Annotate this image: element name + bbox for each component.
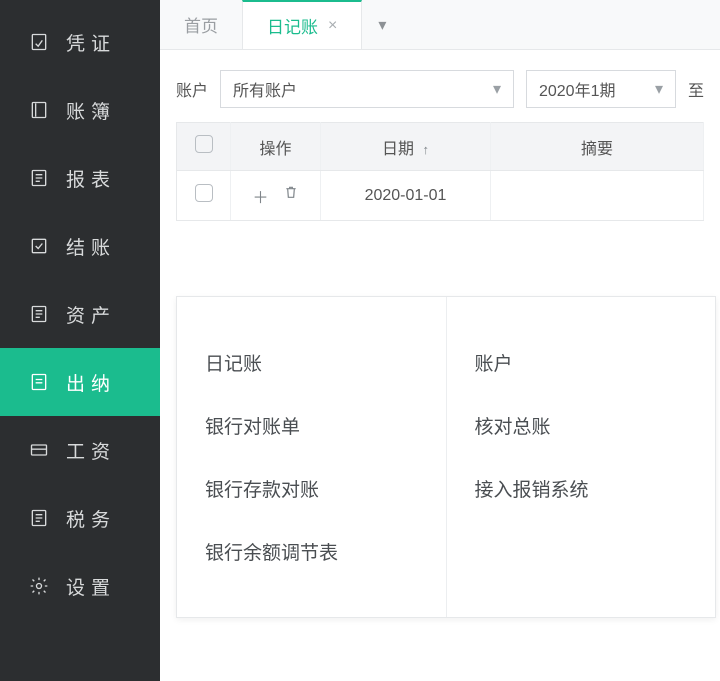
sidebar-item-label: 结账: [66, 233, 116, 260]
tab-journal[interactable]: 日记账 ×: [242, 0, 362, 49]
report-icon: [28, 167, 50, 189]
trash-icon[interactable]: [283, 184, 299, 208]
voucher-icon: [28, 31, 50, 53]
submenu-col-right: 账户 核对总账 接入报销系统: [446, 297, 716, 617]
sidebar-item-tax[interactable]: 税务: [0, 484, 160, 552]
submenu-item-account[interactable]: 账户: [475, 331, 688, 394]
journal-table: 操作 日期 ↑ 摘要: [176, 122, 704, 221]
sidebar-item-voucher[interactable]: 凭证: [0, 8, 160, 76]
account-label: 账户: [176, 77, 208, 101]
period-select[interactable]: 2020年1期 ▾: [526, 70, 676, 108]
submenu-item-bank-balance[interactable]: 银行余额调节表: [205, 520, 418, 583]
chevron-down-icon: ▾: [655, 79, 663, 99]
sidebar-item-settings[interactable]: 设置: [0, 552, 160, 620]
submenu-item-expense-system[interactable]: 接入报销系统: [475, 457, 688, 520]
row-date-cell[interactable]: 2020-01-01: [321, 171, 491, 221]
header-date-label: 日期: [382, 141, 414, 158]
to-label: 至: [688, 77, 704, 101]
row-checkbox[interactable]: [195, 184, 213, 202]
sidebar-item-cashier[interactable]: 出纳: [0, 348, 160, 416]
close-icon[interactable]: ×: [328, 17, 337, 35]
sidebar-item-label: 资产: [66, 301, 116, 328]
cashier-submenu: 日记账 银行对账单 银行存款对账 银行余额调节表 账户 核对总账 接入报销系统: [176, 296, 716, 618]
assets-icon: [28, 303, 50, 325]
ledger-icon: [28, 99, 50, 121]
row-checkbox-cell: [177, 171, 231, 221]
tax-icon: [28, 507, 50, 529]
sidebar-item-assets[interactable]: 资产: [0, 280, 160, 348]
journal-table-wrap: 操作 日期 ↑ 摘要: [160, 122, 720, 221]
chevron-down-icon: ▾: [378, 15, 386, 35]
tab-home[interactable]: 首页: [160, 0, 242, 49]
sidebar-item-label: 税务: [66, 505, 116, 532]
filter-bar: 账户 所有账户 ▾ 2020年1期 ▾ 至: [160, 50, 720, 122]
sidebar-item-salary[interactable]: 工资: [0, 416, 160, 484]
sort-asc-icon: ↑: [422, 142, 429, 157]
sidebar-item-label: 出纳: [66, 369, 116, 396]
chevron-down-icon: ▾: [493, 79, 501, 99]
submenu-item-bank-statement[interactable]: 银行对账单: [205, 394, 418, 457]
sidebar-item-label: 设置: [66, 573, 116, 600]
tab-bar: 首页 日记账 × ▾: [160, 0, 720, 50]
submenu-col-left: 日记账 银行对账单 银行存款对账 银行余额调节表: [177, 297, 446, 617]
sidebar: 凭证 账簿 报表 结账 资产 出纳 工资 税务: [0, 0, 160, 681]
row-summary-cell[interactable]: [491, 171, 704, 221]
header-op: 操作: [231, 123, 321, 171]
gear-icon: [28, 575, 50, 597]
submenu-item-check-ledger[interactable]: 核对总账: [475, 394, 688, 457]
sidebar-item-label: 工资: [66, 437, 116, 464]
header-summary: 摘要: [491, 123, 704, 171]
table-row: ＋ 2020-01-01: [177, 171, 704, 221]
account-select-value: 所有账户: [233, 77, 297, 101]
submenu-item-journal[interactable]: 日记账: [205, 331, 418, 394]
period-select-value: 2020年1期: [539, 77, 616, 101]
row-op-cell: ＋: [231, 171, 321, 221]
submenu-item-bank-deposit[interactable]: 银行存款对账: [205, 457, 418, 520]
check-box-icon: [28, 235, 50, 257]
sidebar-item-label: 账簿: [66, 97, 116, 124]
salary-icon: [28, 439, 50, 461]
account-select[interactable]: 所有账户 ▾: [220, 70, 514, 108]
add-icon[interactable]: ＋: [252, 184, 268, 208]
tab-dropdown[interactable]: ▾: [362, 0, 402, 49]
tab-label: 日记账: [267, 13, 318, 38]
sidebar-item-label: 报表: [66, 165, 116, 192]
header-date[interactable]: 日期 ↑: [321, 123, 491, 171]
select-all-checkbox[interactable]: [195, 135, 213, 153]
table-header-row: 操作 日期 ↑ 摘要: [177, 123, 704, 171]
sidebar-item-closing[interactable]: 结账: [0, 212, 160, 280]
header-checkbox-cell: [177, 123, 231, 171]
sidebar-item-report[interactable]: 报表: [0, 144, 160, 212]
main-area: 首页 日记账 × ▾ 账户 所有账户 ▾ 2020年1期 ▾ 至: [160, 0, 720, 681]
tab-label: 首页: [184, 12, 218, 37]
sidebar-item-ledger[interactable]: 账簿: [0, 76, 160, 144]
sidebar-item-label: 凭证: [66, 29, 116, 56]
cashier-icon: [28, 371, 50, 393]
